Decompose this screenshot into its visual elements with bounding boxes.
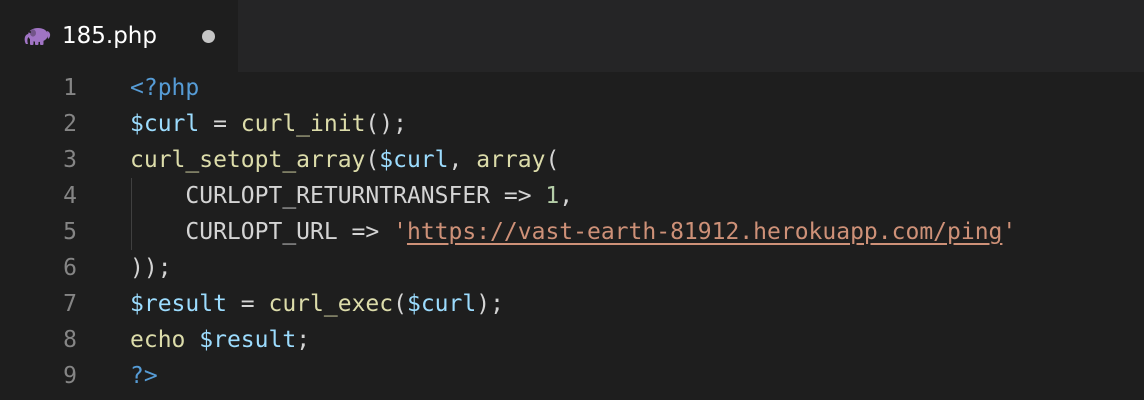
code-token: echo — [130, 327, 186, 353]
code-token: ' — [393, 219, 407, 245]
code-line[interactable]: 4 CURLOPT_RETURNTRANSFER => 1, — [0, 178, 1144, 214]
code-token: $curl — [379, 147, 449, 173]
php-elephant-icon — [24, 26, 52, 46]
code-line-content[interactable]: ?> — [130, 358, 158, 394]
code-area[interactable]: 1 <?php 2 $curl = curl_init(); 3 curl_setopt_… — [0, 70, 1144, 394]
code-token: $curl — [406, 291, 477, 317]
code-token: CURLOPT_URL => — [130, 219, 394, 245]
tab-filename: 185.php — [62, 23, 157, 49]
code-token: $curl — [130, 111, 200, 137]
code-token: $result — [199, 327, 297, 353]
code-token: <?php — [130, 75, 200, 101]
code-token: ); — [476, 291, 504, 317]
code-token: (); — [365, 111, 407, 137]
code-token: ( — [365, 147, 380, 173]
code-token: curl_setopt_array — [130, 147, 366, 173]
code-line-content[interactable]: CURLOPT_URL => 'https://vast-earth-81912… — [130, 214, 1016, 250]
line-number: 6 — [63, 255, 77, 281]
code-line[interactable]: 3 curl_setopt_array($curl, array( — [0, 142, 1144, 178]
code-line[interactable]: 2 $curl = curl_init(); — [0, 106, 1144, 142]
code-token: = — [199, 111, 241, 137]
line-number: 4 — [63, 183, 77, 209]
tab-bar: 185.php — [0, 0, 1144, 72]
code-token: = — [226, 291, 269, 317]
code-line[interactable]: 6)); — [0, 250, 1144, 286]
code-line-content[interactable]: $curl = curl_init(); — [130, 106, 407, 142]
code-line[interactable]: 8 echo $result; — [0, 322, 1144, 358]
tab-185-php[interactable]: 185.php — [0, 0, 238, 72]
code-token: ( — [393, 291, 407, 317]
code-token: array — [476, 147, 546, 173]
line-number: 9 — [63, 363, 77, 389]
code-line-content[interactable]: CURLOPT_RETURNTRANSFER => 1, — [130, 178, 573, 214]
code-token: 1 — [545, 183, 560, 209]
line-number: 2 — [63, 111, 77, 137]
code-line-content[interactable]: $result = curl_exec($curl); — [130, 286, 504, 322]
code-token: , — [559, 183, 574, 209]
line-number: 5 — [63, 219, 77, 245]
code-line-content[interactable]: curl_setopt_array($curl, array( — [130, 142, 559, 178]
url-link[interactable]: https://vast-earth-81912.herokuapp.com/p… — [407, 219, 1002, 245]
code-line[interactable]: 7 $result = curl_exec($curl); — [0, 286, 1144, 322]
code-line-content[interactable]: )); — [130, 250, 172, 286]
line-number: 3 — [63, 147, 77, 173]
code-token: ; — [296, 327, 311, 353]
line-number: 7 — [63, 291, 77, 317]
code-token: $result — [130, 291, 227, 317]
code-token: ' — [1002, 219, 1017, 245]
code-token: , — [448, 147, 477, 173]
line-number: 8 — [63, 327, 77, 353]
code-token: curl_init — [240, 111, 366, 137]
line-number: 1 — [63, 75, 77, 101]
code-line[interactable]: 9 ?> — [0, 358, 1144, 394]
unsaved-dot-icon[interactable] — [202, 30, 215, 43]
code-line-content[interactable]: echo $result; — [130, 322, 310, 358]
code-line[interactable]: 5 CURLOPT_URL => 'https://vast-earth-819… — [0, 214, 1144, 250]
code-token: curl_exec — [268, 291, 394, 317]
code-token: CURLOPT_RETURNTRANSFER => — [130, 183, 546, 209]
code-token: )); — [130, 255, 172, 281]
code-editor[interactable]: 185.php 1 <?php 2 $curl = curl_init(); 3 curl… — [0, 0, 1144, 400]
code-token: ?> — [130, 363, 158, 389]
code-token: ( — [545, 147, 560, 173]
code-line-content[interactable]: <?php — [130, 70, 199, 106]
code-line[interactable]: 1 <?php — [0, 70, 1144, 106]
